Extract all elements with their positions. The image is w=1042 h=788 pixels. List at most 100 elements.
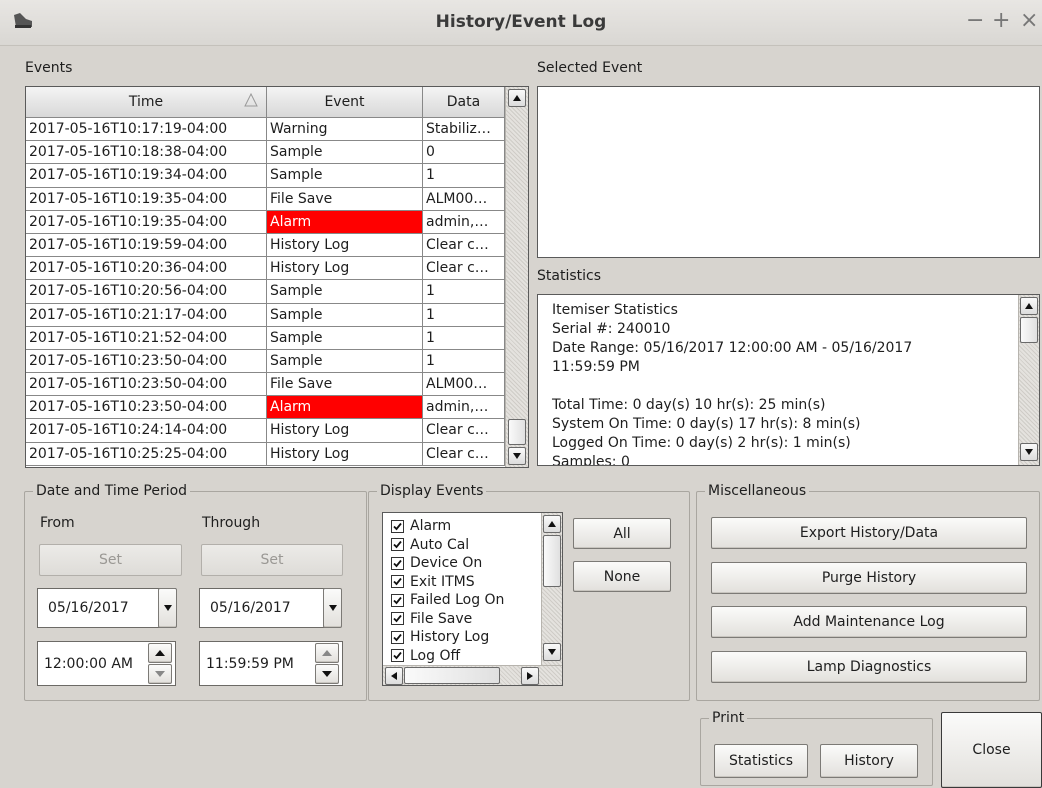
through-time-value: 11:59:59 PM	[206, 655, 294, 672]
column-header-data[interactable]: Data	[423, 87, 505, 118]
stats-scroll-thumb[interactable]	[1020, 317, 1038, 343]
scroll-up-icon	[513, 95, 521, 101]
from-set-button[interactable]: Set	[39, 544, 182, 576]
checkbox-checked-icon[interactable]	[391, 556, 404, 570]
date-time-period-title: Date and Time Period	[33, 482, 191, 500]
cell-data: Clear c…	[423, 233, 505, 258]
through-time-up-button[interactable]	[315, 643, 339, 663]
close-button[interactable]: Close	[941, 712, 1042, 788]
cell-time: 2017-05-16T10:23:50-04:00	[26, 349, 267, 374]
event-filter-item[interactable]: Device On	[391, 554, 482, 572]
checkbox-checked-icon[interactable]	[391, 575, 404, 588]
checkbox-checked-icon[interactable]	[391, 649, 404, 662]
table-row[interactable]: 2017-05-16T10:23:50-04:00 Alarm admin,…	[26, 396, 505, 420]
spin-up-icon	[155, 650, 165, 656]
table-row[interactable]: 2017-05-16T10:19:34-04:00 Sample 1	[26, 164, 505, 188]
statistics-line: Total Time: 0 day(s) 10 hr(s): 25 min(s)	[552, 397, 826, 413]
event-filter-item[interactable]: Exit ITMS	[391, 573, 475, 591]
cell-time: 2017-05-16T10:24:14-04:00	[26, 419, 267, 443]
scroll-right-icon	[527, 672, 533, 680]
checkbox-checked-icon[interactable]	[391, 612, 404, 625]
cell-time: 2017-05-16T10:21:52-04:00	[26, 326, 267, 350]
scroll-up-button[interactable]	[508, 89, 526, 107]
through-time-down-button[interactable]	[315, 664, 339, 684]
checkbox-checked-icon[interactable]	[391, 630, 404, 644]
display-events-scrollbar[interactable]	[541, 513, 562, 665]
cell-event: Sample	[267, 280, 423, 304]
cell-event: File Save	[267, 187, 423, 211]
selected-event-text[interactable]	[537, 86, 1040, 258]
event-filter-item[interactable]: Failed Log On	[391, 591, 504, 609]
minimize-button[interactable]: −	[966, 9, 984, 33]
purge-history-button[interactable]: Purge History	[711, 562, 1027, 594]
table-row[interactable]: 2017-05-16T10:19:59-04:00 History Log Clea…	[26, 233, 505, 258]
horizontal-scroll-thumb[interactable]	[404, 667, 500, 684]
title-bar: History/Event Log − + ×	[0, 0, 1042, 46]
none-button[interactable]: None	[573, 561, 671, 592]
scroll-down-button[interactable]	[508, 447, 526, 465]
checkbox-checked-icon[interactable]	[391, 538, 404, 551]
cell-data: Stabiliz…	[423, 118, 505, 142]
statistics-scrollbar[interactable]	[1018, 295, 1039, 465]
table-row[interactable]: 2017-05-16T10:19:35-04:00 Alarm admin,…	[26, 210, 505, 234]
checkbox-checked-icon[interactable]	[391, 593, 404, 607]
print-history-button[interactable]: History	[820, 744, 918, 778]
display-events-hscrollbar[interactable]	[383, 665, 562, 685]
through-date-dropdown-button[interactable]	[323, 588, 342, 628]
column-header-time[interactable]: Time	[26, 87, 267, 118]
statistics-line: System On Time: 0 day(s) 17 hr(s): 8 min…	[552, 416, 861, 432]
event-filter-item[interactable]: Log Off	[391, 647, 460, 665]
events-filter-scroll-up[interactable]	[543, 515, 561, 533]
from-time-up-button[interactable]	[148, 643, 172, 663]
table-row[interactable]: 2017-05-16T10:17:19-04:00 Warning Stabiliz…	[26, 118, 505, 142]
cell-data: admin,…	[423, 210, 505, 234]
event-filter-item[interactable]: Alarm	[391, 517, 451, 535]
statistics-line	[552, 377, 1002, 396]
table-row[interactable]: 2017-05-16T10:24:14-04:00 History Log Clea…	[26, 419, 505, 443]
cell-time: 2017-05-16T10:25:25-04:00	[26, 442, 267, 466]
scroll-left-button[interactable]	[385, 667, 403, 685]
table-row[interactable]: 2017-05-16T10:18:38-04:00 Sample 0	[26, 141, 505, 165]
table-row[interactable]: 2017-05-16T10:19:35-04:00 File Save ALM00…	[26, 187, 505, 211]
export-history-button[interactable]: Export History/Data	[711, 517, 1027, 549]
cell-time: 2017-05-16T10:18:38-04:00	[26, 141, 267, 165]
table-row[interactable]: 2017-05-16T10:20:36-04:00 History Log Clea…	[26, 257, 505, 281]
table-row[interactable]: 2017-05-16T10:23:50-04:00 Sample 1	[26, 349, 505, 374]
maximize-button[interactable]: +	[992, 9, 1010, 33]
statistics-label: Statistics	[537, 268, 601, 284]
print-statistics-button[interactable]: Statistics	[714, 744, 808, 778]
spin-down-icon	[322, 671, 332, 677]
table-row[interactable]: 2017-05-16T10:21:17-04:00 Sample 1	[26, 303, 505, 327]
statistics-text[interactable]: Itemiser Statistics Serial #: 240010 Date …	[537, 294, 1040, 466]
event-filter-item[interactable]: Auto Cal	[391, 536, 469, 554]
display-events-list[interactable]: Alarm Auto Cal Device On Exit ITMS Failed Lo…	[382, 512, 563, 686]
scroll-thumb[interactable]	[508, 419, 526, 445]
cell-data: 1	[423, 349, 505, 374]
stats-scroll-up-button[interactable]	[1020, 297, 1038, 315]
column-header-event[interactable]: Event	[267, 87, 423, 118]
from-time-down-button[interactable]	[148, 664, 172, 684]
all-button[interactable]: All	[573, 518, 671, 549]
stats-scroll-down-button[interactable]	[1020, 443, 1038, 461]
scroll-right-button[interactable]	[521, 667, 539, 685]
lamp-diagnostics-button[interactable]: Lamp Diagnostics	[711, 651, 1027, 683]
table-row[interactable]: 2017-05-16T10:25:25-04:00 History Log Clea…	[26, 442, 505, 466]
event-filter-label: Log Off	[410, 647, 461, 664]
through-set-button[interactable]: Set	[201, 544, 343, 576]
events-scrollbar[interactable]	[505, 87, 528, 467]
through-date-dropdown[interactable]: 05/16/2017	[199, 588, 325, 628]
event-filter-item[interactable]: File Save	[391, 610, 472, 628]
close-window-button[interactable]: ×	[1020, 9, 1038, 33]
event-filter-item[interactable]: History Log	[391, 628, 489, 646]
events-filter-scroll-down[interactable]	[543, 643, 561, 661]
table-row[interactable]: 2017-05-16T10:21:52-04:00 Sample 1	[26, 326, 505, 350]
add-maintenance-log-button[interactable]: Add Maintenance Log	[711, 606, 1027, 638]
from-date-dropdown-button[interactable]	[158, 588, 177, 628]
events-filter-scroll-thumb[interactable]	[543, 535, 561, 587]
events-table[interactable]: Time Event Data 2017-05-16T10:17:19-04:0…	[25, 86, 529, 468]
event-filter-label: Failed Log On	[410, 592, 505, 608]
checkbox-checked-icon[interactable]	[391, 519, 404, 533]
from-date-dropdown[interactable]: 05/16/2017	[37, 588, 176, 628]
table-row[interactable]: 2017-05-16T10:20:56-04:00 Sample 1	[26, 280, 505, 304]
table-row[interactable]: 2017-05-16T10:23:50-04:00 File Save ALM00…	[26, 373, 505, 397]
